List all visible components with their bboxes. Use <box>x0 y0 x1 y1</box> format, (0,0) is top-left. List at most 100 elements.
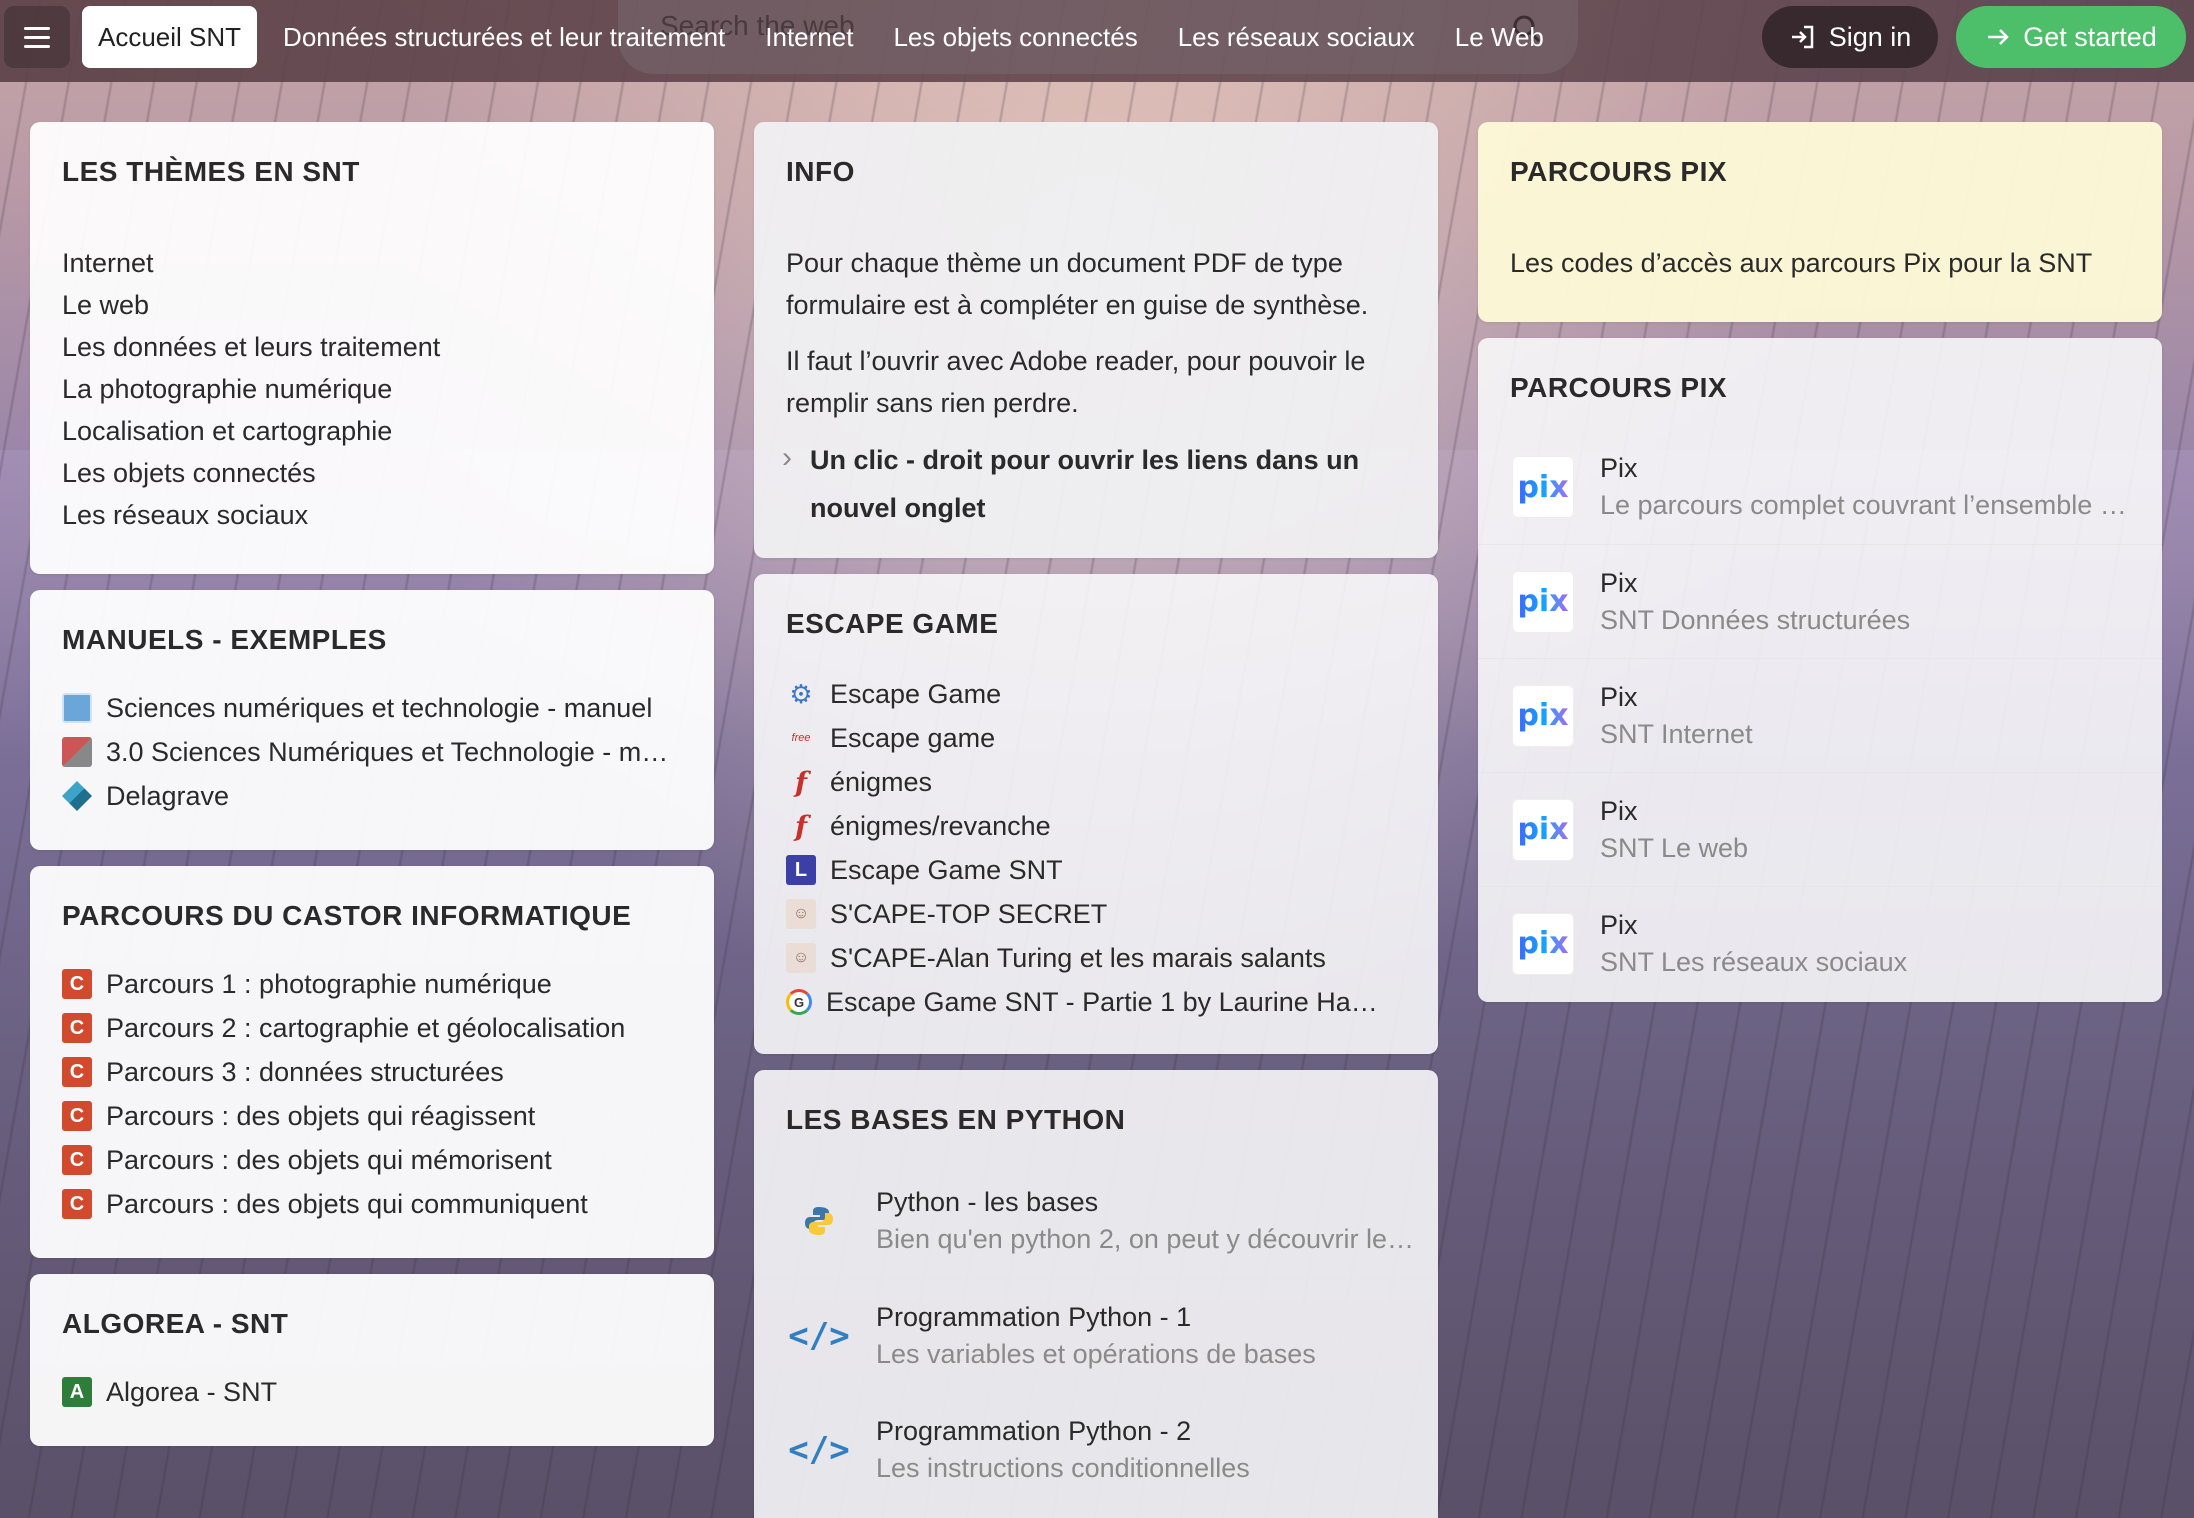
info-card: INFO Pour chaque thème un document PDF d… <box>754 122 1438 558</box>
list-item[interactable]: pix Pix SNT Internet <box>1478 658 2162 772</box>
list-item[interactable]: ☺ S'CAPE-Alan Turing et les marais salant… <box>786 936 1396 980</box>
item-title: Pix <box>1600 567 1638 598</box>
item-subtitle: Les variables et opérations de bases <box>876 1338 1316 1369</box>
card-title: ALGOREA - SNT <box>62 1308 289 1339</box>
list-item[interactable]: C Parcours 1 : photographie numérique <box>62 962 625 1006</box>
nav-objets-connectes[interactable]: Les objets connectés <box>873 6 1157 68</box>
list-item[interactable]: Sciences numériques et technologie - man… <box>62 686 676 730</box>
list-item[interactable]: C Parcours 3 : données structurées <box>62 1050 625 1094</box>
list-item[interactable]: C Parcours : des objets qui mémorisent <box>62 1138 625 1182</box>
l-logo-icon: L <box>786 855 816 885</box>
list-item[interactable]: C Parcours 2 : cartographie et géolocalis… <box>62 1006 625 1050</box>
list-item[interactable]: </> Programmation Python - 2 Les instruc… <box>754 1392 1438 1506</box>
castor-icon: C <box>62 1013 92 1043</box>
flash-icon: f <box>794 809 808 843</box>
sign-in-label: Sign in <box>1828 21 1912 52</box>
card-title: INFO <box>786 156 855 187</box>
nav-donnees-structurees[interactable]: Données structurées et leur traitement <box>263 6 745 68</box>
castor-icon: C <box>62 969 92 999</box>
escape-list: ⚙ Escape Game free Escape game f énigmes fé… <box>786 672 1396 1024</box>
book-icon <box>62 737 92 767</box>
castor-list: C Parcours 1 : photographie numérique C Pa… <box>62 962 625 1226</box>
themes-list: Internet Le web Les données et leurs tra… <box>62 242 440 536</box>
pix-logo-icon: pix <box>1512 456 1574 518</box>
list-item[interactable]: </> Programmation Python - 1 Les variabl… <box>754 1278 1438 1392</box>
card-title: LES BASES EN PYTHON <box>786 1104 1126 1135</box>
list-item[interactable]: La photographie numérique <box>62 368 440 410</box>
card-title: PARCOURS DU CASTOR INFORMATIQUE <box>62 900 632 931</box>
list-item[interactable]: f énigmes <box>786 760 1396 804</box>
item-subtitle: SNT Données structurées <box>1600 604 1911 635</box>
item-title: Pix <box>1600 795 1638 826</box>
list-item[interactable]: pix Pix SNT Le web <box>1478 772 2162 886</box>
person-icon: ☺ <box>786 943 816 973</box>
list-item[interactable]: Les réseaux sociaux <box>62 494 440 536</box>
castor-icon: C <box>62 1057 92 1087</box>
list-item[interactable]: L Escape Game SNT <box>786 848 1396 892</box>
castor-icon: C <box>62 1101 92 1131</box>
pix-codes-text: Les codes d’accès aux parcours Pix pour … <box>1510 248 2093 278</box>
info-paragraph: Pour chaque thème un document PDF de typ… <box>786 248 1369 320</box>
list-item[interactable]: A Algorea - SNT <box>62 1370 277 1414</box>
code-icon: </> <box>788 1315 850 1356</box>
list-item[interactable]: pix Pix SNT Les réseaux sociaux <box>1478 886 2162 1000</box>
item-subtitle: Bien qu'en python 2, on peut y découvrir… <box>876 1224 1416 1254</box>
list-item[interactable]: C Parcours : des objets qui communiquent <box>62 1182 625 1226</box>
item-subtitle: Le parcours complet couvrant l’ensemble … <box>1600 490 2140 520</box>
list-item[interactable]: ☺ S'CAPE-TOP SECRET <box>786 892 1396 936</box>
themes-card: LES THÈMES EN SNT Internet Le web Les do… <box>30 122 714 574</box>
hamburger-menu-icon[interactable] <box>4 6 70 68</box>
escape-card: ESCAPE GAME ⚙ Escape Game free Escape game… <box>754 574 1438 1054</box>
info-note[interactable]: › Un clic - droit pour ouvrir les liens … <box>782 436 1410 532</box>
nav-accueil-snt[interactable]: Accueil SNT <box>82 6 258 68</box>
nav-reseaux-sociaux[interactable]: Les réseaux sociaux <box>1158 6 1435 68</box>
list-item[interactable]: Les objets connectés <box>62 452 440 494</box>
castor-icon: C <box>62 1189 92 1219</box>
castor-card: PARCOURS DU CASTOR INFORMATIQUE C Parcour… <box>30 866 714 1258</box>
pix-logo-icon: pix <box>1512 912 1574 975</box>
list-item[interactable]: free Escape game <box>786 716 1396 760</box>
sign-in-button[interactable]: Sign in <box>1762 6 1938 68</box>
nav-le-web[interactable]: Le Web <box>1435 6 1564 68</box>
pix-logo-icon: pix <box>1512 684 1574 747</box>
card-title: LES THÈMES EN SNT <box>62 156 360 187</box>
list-item[interactable]: ⚙ Escape Game <box>786 672 1396 716</box>
card-title: MANUELS - EXEMPLES <box>62 624 387 655</box>
list-item[interactable]: C Parcours : des objets qui réagissent <box>62 1094 625 1138</box>
python-list: Python - les bases Bien qu'en python 2, … <box>754 1164 1438 1506</box>
delagrave-logo-icon <box>62 781 92 811</box>
list-item[interactable]: 3.0 Sciences Numériques et Technologie -… <box>62 730 676 774</box>
manuels-card: MANUELS - EXEMPLES Sciences numériques e… <box>30 590 714 850</box>
get-started-button[interactable]: Get started <box>1956 6 2186 68</box>
list-item[interactable]: Delagrave <box>62 774 676 818</box>
pix-logo-icon: pix <box>1512 798 1574 861</box>
list-item[interactable]: pix Pix SNT Données structurées <box>1478 544 2162 658</box>
pix-logo-icon: pix <box>1512 570 1574 633</box>
pix-list: pix Pix Le parcours complet couvrant l’e… <box>1478 430 2162 1000</box>
list-item[interactable]: Les données et leurs traitement <box>62 326 440 368</box>
item-subtitle: Les instructions conditionnelles <box>876 1452 1250 1483</box>
list-item[interactable]: Python - les bases Bien qu'en python 2, … <box>754 1164 1438 1278</box>
nav-internet[interactable]: Internet <box>745 6 873 68</box>
list-item[interactable]: Internet <box>62 242 440 284</box>
get-started-label: Get started <box>2023 21 2157 52</box>
pix-links-card: PARCOURS PIX pix Pix Le parcours complet… <box>1478 338 2162 1002</box>
free-logo-icon: free <box>791 732 811 744</box>
list-item[interactable]: Le web <box>62 284 440 326</box>
item-title: Python - les bases <box>876 1187 1099 1217</box>
item-subtitle: SNT Internet <box>1600 718 1753 749</box>
list-item[interactable]: f énigmes/revanche <box>786 804 1396 848</box>
item-subtitle: SNT Le web <box>1600 832 1749 863</box>
list-item[interactable]: Localisation et cartographie <box>62 410 440 452</box>
flash-icon: f <box>794 765 808 799</box>
item-subtitle: SNT Les réseaux sociaux <box>1600 946 1908 977</box>
card-title: PARCOURS PIX <box>1510 156 1728 187</box>
item-title: Pix <box>1600 681 1638 712</box>
code-icon: </> <box>788 1429 850 1470</box>
chevron-right-icon: › <box>782 441 792 474</box>
list-item[interactable]: pix Pix Le parcours complet couvrant l’e… <box>1478 430 2162 544</box>
main-nav: Accueil SNT Données structurées et leur … <box>82 6 1564 68</box>
arrow-right-icon <box>1988 29 2009 45</box>
item-title: Programmation Python - 1 <box>876 1301 1192 1332</box>
list-item[interactable]: G Escape Game SNT - Partie 1 by Laurine H… <box>786 980 1396 1024</box>
